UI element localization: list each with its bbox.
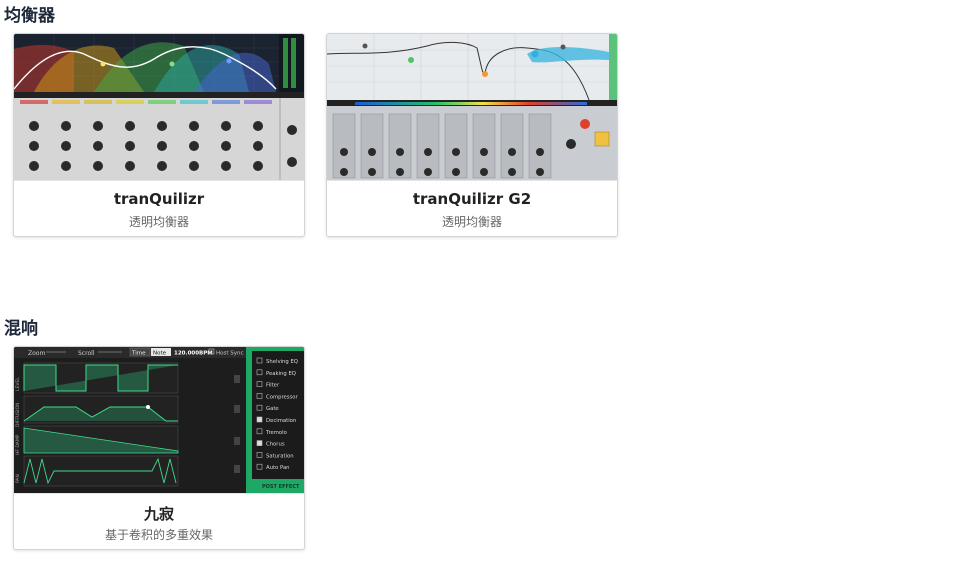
scroll-label: Scroll — [78, 350, 95, 357]
effect-item-label[interactable]: Gate — [266, 406, 279, 412]
card-subtitle: 透明均衡器 — [441, 215, 502, 229]
lane-label-pan: PAN — [15, 474, 21, 483]
plugin-card-tranquilizr[interactable]: tranQuilizr 透明均衡器 — [13, 33, 305, 237]
section-title-reverb: 混响 — [4, 319, 38, 339]
section-title-eq: 均衡器 — [4, 6, 55, 26]
tranquilizr-thumbnail[interactable] — [14, 34, 304, 180]
lane-label-diffusion: DIFFUSION — [15, 403, 21, 427]
time-toggle[interactable]: Time — [131, 351, 146, 357]
card-subtitle: 透明均衡器 — [128, 215, 189, 229]
effect-item-label[interactable]: Shelving EQ — [266, 359, 298, 365]
effect-item-label[interactable]: Decimation — [266, 418, 296, 424]
zoom-label: Zoom — [28, 350, 45, 357]
host-sync-checkbox[interactable]: Host Sync — [216, 351, 244, 357]
card-title[interactable]: tranQuilizr G2 — [327, 190, 617, 208]
effect-item-label[interactable]: Saturation — [266, 453, 294, 459]
effect-checkbox[interactable] — [256, 416, 263, 423]
bpm-readout: 120.000BPM — [174, 351, 213, 357]
note-toggle[interactable]: Note — [153, 351, 167, 357]
effect-item-label[interactable]: Compressor — [266, 394, 299, 400]
effect-item-label[interactable]: Peaking EQ — [266, 371, 296, 377]
card-subtitle: 基于卷积的多重效果 — [104, 528, 213, 542]
effect-item-label[interactable]: Tremolo — [265, 430, 287, 436]
effect-item-label[interactable]: Chorus — [266, 442, 285, 448]
effect-item-label[interactable]: Filter — [266, 383, 280, 389]
card-title[interactable]: tranQuilizr — [14, 190, 304, 208]
jiuji-thumbnail[interactable]: Zoom Scroll Time Note 120.000BPM Host Sy… — [14, 347, 304, 493]
post-effect-label: POST EFFECT — [262, 484, 300, 490]
lane-label-level: LEVEL — [15, 377, 21, 391]
effect-checkbox[interactable] — [256, 440, 263, 446]
effect-item-label[interactable]: Auto Pan — [266, 465, 290, 471]
tranquilizr-g2-thumbnail[interactable] — [327, 34, 617, 180]
card-title[interactable]: 九寂 — [14, 503, 304, 524]
plugin-card-jiuji[interactable]: Zoom Scroll Time Note 120.000BPM Host Sy… — [13, 346, 305, 550]
plugin-card-tranquilizr-g2[interactable]: tranQuilizr G2 透明均衡器 — [326, 33, 618, 237]
lane-label-hf-damp: HF DAMP — [15, 434, 21, 455]
